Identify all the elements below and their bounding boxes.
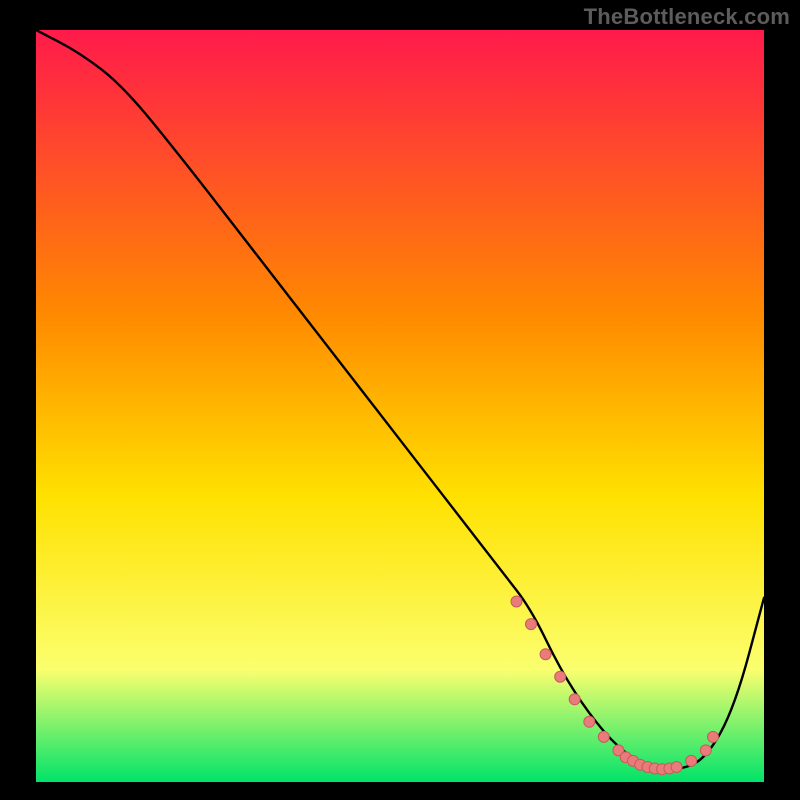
trough-marker [598,731,609,742]
trough-marker [511,596,522,607]
trough-marker [700,745,711,756]
chart-frame: TheBottleneck.com [0,0,800,800]
plot-area [36,30,764,782]
trough-marker [526,619,537,630]
chart-svg [36,30,764,782]
trough-marker [584,716,595,727]
watermark-label: TheBottleneck.com [584,4,790,30]
trough-marker [708,731,719,742]
heatmap-background [36,30,764,782]
trough-marker [555,671,566,682]
trough-marker [671,762,682,773]
trough-marker [540,649,551,660]
trough-marker [686,755,697,766]
trough-marker [569,694,580,705]
